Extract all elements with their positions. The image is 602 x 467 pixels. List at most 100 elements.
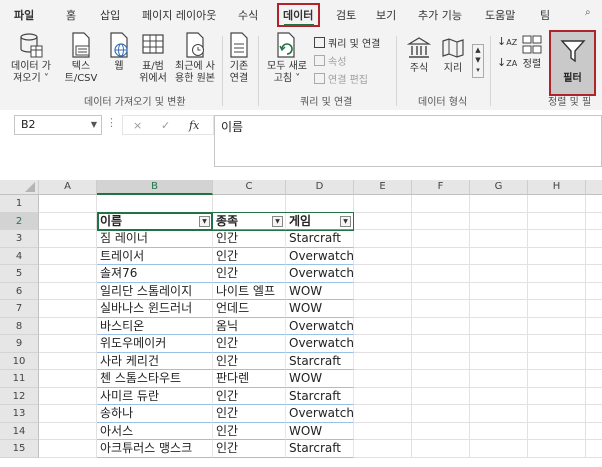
table-cell[interactable]: 인간 (213, 440, 286, 458)
properties-button[interactable]: 속성 (314, 53, 346, 68)
row-header[interactable]: 15 (0, 440, 39, 458)
edit-links-button[interactable]: 연결 편집 (314, 71, 368, 86)
cell[interactable] (412, 370, 470, 388)
cell[interactable] (39, 317, 97, 335)
cell[interactable] (528, 440, 586, 458)
cell[interactable] (470, 195, 528, 213)
cell[interactable] (354, 335, 412, 353)
cell[interactable] (412, 335, 470, 353)
row-header[interactable]: 14 (0, 422, 39, 440)
cell[interactable] (528, 300, 586, 318)
table-cell[interactable]: 인간 (213, 265, 286, 283)
table-cell[interactable]: 옴닉 (213, 317, 286, 335)
table-cell[interactable]: WOW (286, 282, 354, 300)
cell[interactable] (412, 300, 470, 318)
cell[interactable] (39, 230, 97, 248)
cell[interactable] (470, 317, 528, 335)
cell[interactable] (354, 282, 412, 300)
cell[interactable] (470, 300, 528, 318)
cell[interactable] (412, 352, 470, 370)
cell[interactable] (354, 212, 412, 230)
cell[interactable] (354, 405, 412, 423)
cell[interactable] (586, 423, 602, 440)
cell[interactable] (528, 422, 586, 440)
cell[interactable] (412, 265, 470, 283)
row-header[interactable]: 5 (0, 265, 39, 283)
recent-sources-button[interactable]: 최근에 사 용한 원본 (172, 32, 218, 85)
data-types-gallery-scroll[interactable]: ▲ ▼ ▾ (472, 44, 484, 78)
table-cell[interactable]: 첸 스톰스타우트 (97, 370, 213, 388)
cell[interactable] (213, 195, 286, 213)
table-cell[interactable]: 송하나 (97, 405, 213, 423)
cell[interactable] (586, 248, 602, 265)
table-cell[interactable]: 언데드 (213, 300, 286, 318)
table-cell[interactable]: 인간 (213, 352, 286, 370)
cell[interactable] (528, 282, 586, 300)
table-cell[interactable]: Starcraft (286, 440, 354, 458)
existing-connections-button[interactable]: 기존 연결 (226, 32, 252, 85)
row-header[interactable]: 6 (0, 282, 39, 300)
cell[interactable] (412, 212, 470, 230)
cell[interactable] (412, 422, 470, 440)
row-header[interactable]: 2 (0, 212, 39, 230)
row-header[interactable]: 1 (0, 195, 39, 213)
table-cell[interactable]: 사라 케리건 (97, 352, 213, 370)
formula-input[interactable]: 이름 (214, 115, 602, 167)
cell[interactable] (412, 405, 470, 423)
cell[interactable] (354, 317, 412, 335)
cell[interactable] (39, 300, 97, 318)
table-cell[interactable]: 일리단 스톰레이지 (97, 282, 213, 300)
cell[interactable] (470, 387, 528, 405)
table-cell[interactable]: Starcraft (286, 230, 354, 248)
table-cell[interactable]: 실바나스 윈드러너 (97, 300, 213, 318)
cell[interactable] (586, 370, 602, 388)
table-cell[interactable]: 아크튜러스 맹스크 (97, 440, 213, 458)
cell[interactable] (39, 282, 97, 300)
get-data-button[interactable]: 데이터 가 져오기 ˅ (6, 32, 56, 85)
column-header-h[interactable]: H (528, 180, 586, 195)
cell[interactable] (528, 352, 586, 370)
column-header-a[interactable]: A (39, 180, 97, 195)
table-cell[interactable]: Starcraft (286, 387, 354, 405)
cell[interactable] (470, 370, 528, 388)
tab-formulas[interactable]: 수식 (238, 7, 258, 23)
cell[interactable] (412, 247, 470, 265)
table-header-cell[interactable]: 게임 ▼ (286, 212, 354, 230)
table-range-button[interactable]: 표/범 위에서 (138, 32, 168, 85)
cell[interactable] (39, 195, 97, 213)
cell[interactable] (354, 247, 412, 265)
filter-dropdown-icon[interactable]: ▼ (272, 215, 283, 227)
filter-dropdown-icon[interactable]: ▼ (340, 215, 351, 227)
cell[interactable] (586, 195, 602, 213)
cell[interactable] (39, 440, 97, 458)
cell[interactable] (412, 282, 470, 300)
table-header-cell[interactable]: 이름 ▼ (97, 212, 213, 230)
cell[interactable] (39, 352, 97, 370)
table-cell[interactable]: 위도우메이커 (97, 335, 213, 353)
cell[interactable] (528, 335, 586, 353)
table-cell[interactable]: Starcraft (286, 352, 354, 370)
cell[interactable] (586, 300, 602, 318)
table-cell[interactable]: 솔져76 (97, 265, 213, 283)
cell[interactable] (586, 388, 602, 405)
cell[interactable] (354, 300, 412, 318)
table-cell[interactable]: 트레이서 (97, 247, 213, 265)
filter-button[interactable]: 필터 (549, 30, 596, 96)
row-header[interactable]: 4 (0, 247, 39, 265)
table-cell[interactable]: 짐 레이너 (97, 230, 213, 248)
cell[interactable] (528, 387, 586, 405)
column-header-f[interactable]: F (412, 180, 470, 195)
cell[interactable] (470, 335, 528, 353)
tab-review[interactable]: 검토 (336, 7, 356, 23)
cell[interactable] (586, 230, 602, 248)
table-cell[interactable]: WOW (286, 370, 354, 388)
row-header[interactable]: 9 (0, 335, 39, 353)
table-cell[interactable]: 인간 (213, 387, 286, 405)
row-header[interactable]: 11 (0, 370, 39, 388)
row-header[interactable]: 12 (0, 387, 39, 405)
cell[interactable] (354, 195, 412, 213)
cancel-icon[interactable]: × (133, 119, 142, 132)
cell[interactable] (528, 212, 586, 230)
geography-button[interactable]: 지리 (438, 36, 468, 75)
stocks-button[interactable]: 주식 (404, 36, 434, 75)
